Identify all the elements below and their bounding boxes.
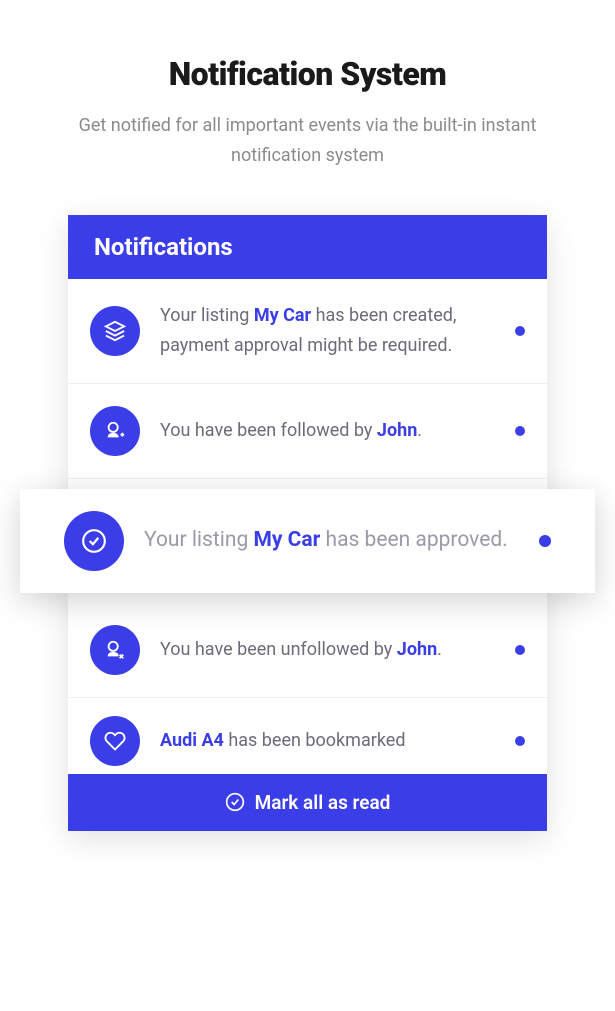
- user-plus-icon: [90, 406, 140, 456]
- notification-item[interactable]: Your listing My Car has been approved.: [20, 489, 595, 593]
- mark-all-read-button[interactable]: Mark all as read: [68, 774, 547, 831]
- user-minus-icon: [90, 625, 140, 675]
- notification-list: Your listing My Car has been created, pa…: [68, 279, 547, 773]
- notification-text: Your listing My Car has been created, pa…: [160, 301, 495, 360]
- notification-text: Your listing My Car has been approved.: [144, 523, 519, 558]
- page-subtitle: Get notified for all important events vi…: [0, 111, 615, 170]
- unread-indicator: [539, 535, 551, 547]
- notification-text: You have been followed by John.: [160, 416, 495, 446]
- unread-indicator: [515, 645, 525, 655]
- notification-item[interactable]: Audi A4 has been bookmarked: [68, 698, 547, 774]
- panel-header: Notifications: [68, 215, 547, 279]
- check-circle-icon: [225, 792, 245, 812]
- unread-indicator: [515, 736, 525, 746]
- layers-icon: [90, 306, 140, 356]
- unread-indicator: [515, 426, 525, 436]
- notification-text: Audi A4 has been bookmarked: [160, 726, 495, 756]
- notification-item[interactable]: You have been unfollowed by John.: [68, 603, 547, 698]
- mark-all-label: Mark all as read: [255, 791, 391, 814]
- page-title: Notification System: [0, 55, 615, 93]
- notifications-panel: Notifications Your listing My Car has be…: [68, 215, 547, 830]
- notification-item[interactable]: Your listing My Car has been created, pa…: [68, 279, 547, 383]
- unread-indicator: [515, 326, 525, 336]
- check-circle-icon: [64, 511, 124, 571]
- heart-icon: [90, 716, 140, 766]
- notification-text: You have been unfollowed by John.: [160, 635, 495, 665]
- notification-item[interactable]: You have been followed by John.: [68, 384, 547, 479]
